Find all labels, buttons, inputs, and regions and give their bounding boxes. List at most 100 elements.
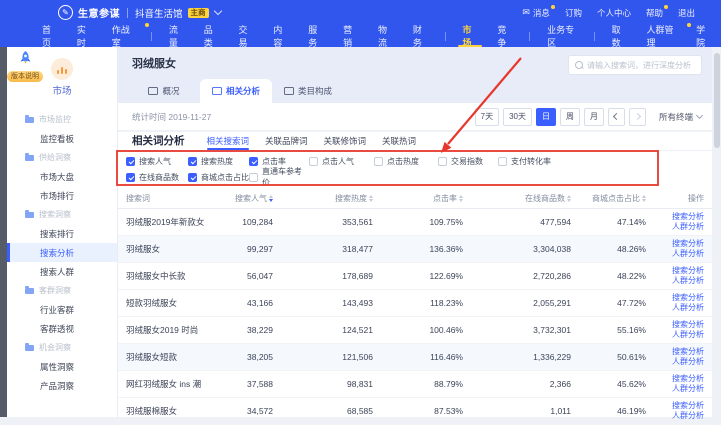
- sidebar-menu: 市场监控 监控看板 供给洞察 市场大盘 市场排行 搜索洞察 搜索排行 搜索分析 …: [7, 110, 117, 395]
- col-online-items-sort[interactable]: 在线商品数: [525, 193, 571, 204]
- top-links: ✉消息 订购 个人中心 帮助 退出: [522, 7, 695, 19]
- nav-business-zone[interactable]: 业务专区: [537, 25, 587, 47]
- sidebar-item-audience-view[interactable]: 客群透视: [7, 319, 117, 338]
- window-edge: [0, 47, 7, 417]
- terminal-filter-dropdown[interactable]: 所有终端: [659, 111, 702, 123]
- checkbox-trade-index[interactable]: 交易指数: [438, 155, 498, 167]
- table-row[interactable]: 羽绒服女 99,297 318,477 136.36% 3,304,038 48…: [118, 236, 712, 263]
- range-week-button[interactable]: 周: [560, 108, 580, 126]
- logout-link[interactable]: 退出: [678, 7, 695, 19]
- search-analysis-link[interactable]: 搜索分析: [672, 212, 704, 222]
- keyword-cell: 短款羽绒服女: [126, 297, 221, 309]
- audience-analysis-link[interactable]: 人群分析: [672, 222, 704, 232]
- sidebar-item-market-overview[interactable]: 市场大盘: [7, 167, 117, 186]
- search-analysis-link[interactable]: 搜索分析: [672, 374, 704, 384]
- page-title: 羽绒服女: [132, 55, 176, 71]
- sidebar-item-search-ranking[interactable]: 搜索排行: [7, 224, 117, 243]
- sidebar-item-search-audience[interactable]: 搜索人群: [7, 262, 117, 281]
- checkbox-pay-conversion[interactable]: 支付转化率: [498, 155, 704, 167]
- checkbox-search-popularity[interactable]: 搜索人气: [126, 155, 188, 167]
- tab-brand-words[interactable]: 关联品牌词: [265, 134, 308, 150]
- nav-competition[interactable]: 竞争: [487, 25, 522, 47]
- tab-overview[interactable]: 概况: [128, 79, 200, 103]
- sidebar-item-industry-audience[interactable]: 行业客群: [7, 300, 117, 319]
- help-link[interactable]: 帮助: [646, 7, 663, 19]
- audience-analysis-link[interactable]: 人群分析: [672, 303, 704, 313]
- audience-analysis-link[interactable]: 人群分析: [672, 330, 704, 340]
- checkbox-icon: [374, 157, 383, 166]
- table-row[interactable]: 网红羽绒服女 ins 潮 37,588 98,831 88.79% 2,366 …: [118, 371, 712, 398]
- nav-category[interactable]: 品类: [194, 25, 229, 47]
- nav-market[interactable]: 市场: [453, 25, 488, 47]
- version-badge[interactable]: 版本说明: [7, 71, 43, 82]
- checkbox-search-heat[interactable]: 搜索热度: [188, 155, 249, 167]
- search-analysis-link[interactable]: 搜索分析: [672, 401, 704, 411]
- nav-warroom[interactable]: 作战室: [102, 25, 144, 47]
- checkbox-online-items[interactable]: 在线商品数: [126, 171, 188, 183]
- col-search-popularity-sort[interactable]: 搜索人气: [235, 193, 273, 204]
- table-row[interactable]: 羽绒服女短款 38,205 121,506 116.46% 1,336,229 …: [118, 344, 712, 371]
- sidebar-item-product-insight[interactable]: 产品洞察: [7, 376, 117, 395]
- nav-finance[interactable]: 财务: [403, 25, 438, 47]
- sidebar-item-market-ranking[interactable]: 市场排行: [7, 186, 117, 205]
- next-date-button[interactable]: [629, 108, 646, 126]
- audience-analysis-link[interactable]: 人群分析: [672, 411, 704, 421]
- range-7d-button[interactable]: 7天: [475, 108, 499, 126]
- search-analysis-link[interactable]: 搜索分析: [672, 266, 704, 276]
- nav-data-fetch[interactable]: 取数: [602, 25, 637, 47]
- table-row[interactable]: 短款羽绒服女 43,166 143,493 118.23% 2,055,291 …: [118, 290, 712, 317]
- range-day-button[interactable]: 日: [536, 108, 556, 126]
- tab-category-composition[interactable]: 类目构成: [272, 79, 344, 103]
- search-analysis-link[interactable]: 搜索分析: [672, 293, 704, 303]
- prev-date-button[interactable]: [608, 108, 625, 126]
- tab-hot-words[interactable]: 关联热词: [382, 134, 416, 150]
- checkbox-ztc-ref-price[interactable]: 直通车参考价: [249, 171, 309, 183]
- scrollbar-thumb[interactable]: [714, 53, 720, 148]
- tab-related-search-words[interactable]: 相关搜索词: [207, 134, 250, 150]
- version-widget[interactable]: 版本说明: [3, 50, 47, 83]
- nav-trade[interactable]: 交易: [229, 25, 264, 47]
- search-analysis-link[interactable]: 搜索分析: [672, 320, 704, 330]
- table-row[interactable]: 羽绒服女中长款 56,047 178,689 122.69% 2,720,286…: [118, 263, 712, 290]
- account-link[interactable]: 个人中心: [597, 7, 631, 19]
- order-link[interactable]: 订购: [565, 7, 582, 19]
- nav-marketing[interactable]: 营销: [333, 25, 368, 47]
- table-row[interactable]: 羽绒服女2019 时尚 38,229 124,521 100.46% 3,732…: [118, 317, 712, 344]
- nav-home[interactable]: 首页: [32, 25, 67, 47]
- tab-modifier-words[interactable]: 关联修饰词: [324, 134, 367, 150]
- audience-analysis-link[interactable]: 人群分析: [672, 249, 704, 259]
- nav-traffic[interactable]: 流量: [159, 25, 194, 47]
- keyword-search-input[interactable]: 请输入搜索词，进行深度分析: [568, 55, 702, 75]
- audience-analysis-link[interactable]: 人群分析: [672, 384, 704, 394]
- checkbox-click-heat[interactable]: 点击热度: [374, 155, 438, 167]
- range-month-button[interactable]: 月: [584, 108, 604, 126]
- checkbox-click-popularity[interactable]: 点击人气: [309, 155, 374, 167]
- sidebar-item-monitor-board[interactable]: 监控看板: [7, 129, 117, 148]
- search-icon: [575, 61, 583, 69]
- nav-realtime[interactable]: 实时: [67, 25, 102, 47]
- search-analysis-link[interactable]: 搜索分析: [672, 239, 704, 249]
- checkbox-icon: [249, 173, 258, 182]
- nav-academy[interactable]: 学院: [686, 25, 721, 47]
- audience-analysis-link[interactable]: 人群分析: [672, 276, 704, 286]
- messages-link[interactable]: ✉消息: [522, 7, 550, 19]
- table-row[interactable]: 羽绒服棉服女 34,572 68,585 87.53% 1,011 46.19%…: [118, 398, 712, 425]
- keyword-header: 羽绒服女 请输入搜索词，进行深度分析 概况 相关分析 类目构成: [118, 47, 712, 103]
- tab-related-analysis[interactable]: 相关分析: [200, 79, 272, 103]
- nav-content[interactable]: 内容: [263, 25, 298, 47]
- nav-service[interactable]: 服务: [298, 25, 333, 47]
- sidebar-item-search-analysis[interactable]: 搜索分析: [7, 243, 117, 262]
- col-search-heat-sort[interactable]: 搜索热度: [335, 193, 373, 204]
- audience-analysis-link[interactable]: 人群分析: [672, 357, 704, 367]
- nav-audience-mgmt[interactable]: 人群管理: [636, 25, 686, 47]
- range-30d-button[interactable]: 30天: [503, 108, 532, 126]
- col-mall-click-share-sort[interactable]: 商城点击占比: [592, 193, 646, 204]
- checkbox-mall-click-share[interactable]: 商城点击占比: [188, 171, 249, 183]
- search-analysis-link[interactable]: 搜索分析: [672, 347, 704, 357]
- col-click-rate-sort[interactable]: 点击率: [433, 193, 463, 204]
- checkbox-icon: [309, 157, 318, 166]
- sidebar-item-attribute-insight[interactable]: 属性洞察: [7, 357, 117, 376]
- chevron-down-icon[interactable]: [213, 7, 221, 15]
- nav-logistics[interactable]: 物流: [368, 25, 403, 47]
- table-row[interactable]: 羽绒服2019年新款女 109,284 353,561 109.75% 477,…: [118, 209, 712, 236]
